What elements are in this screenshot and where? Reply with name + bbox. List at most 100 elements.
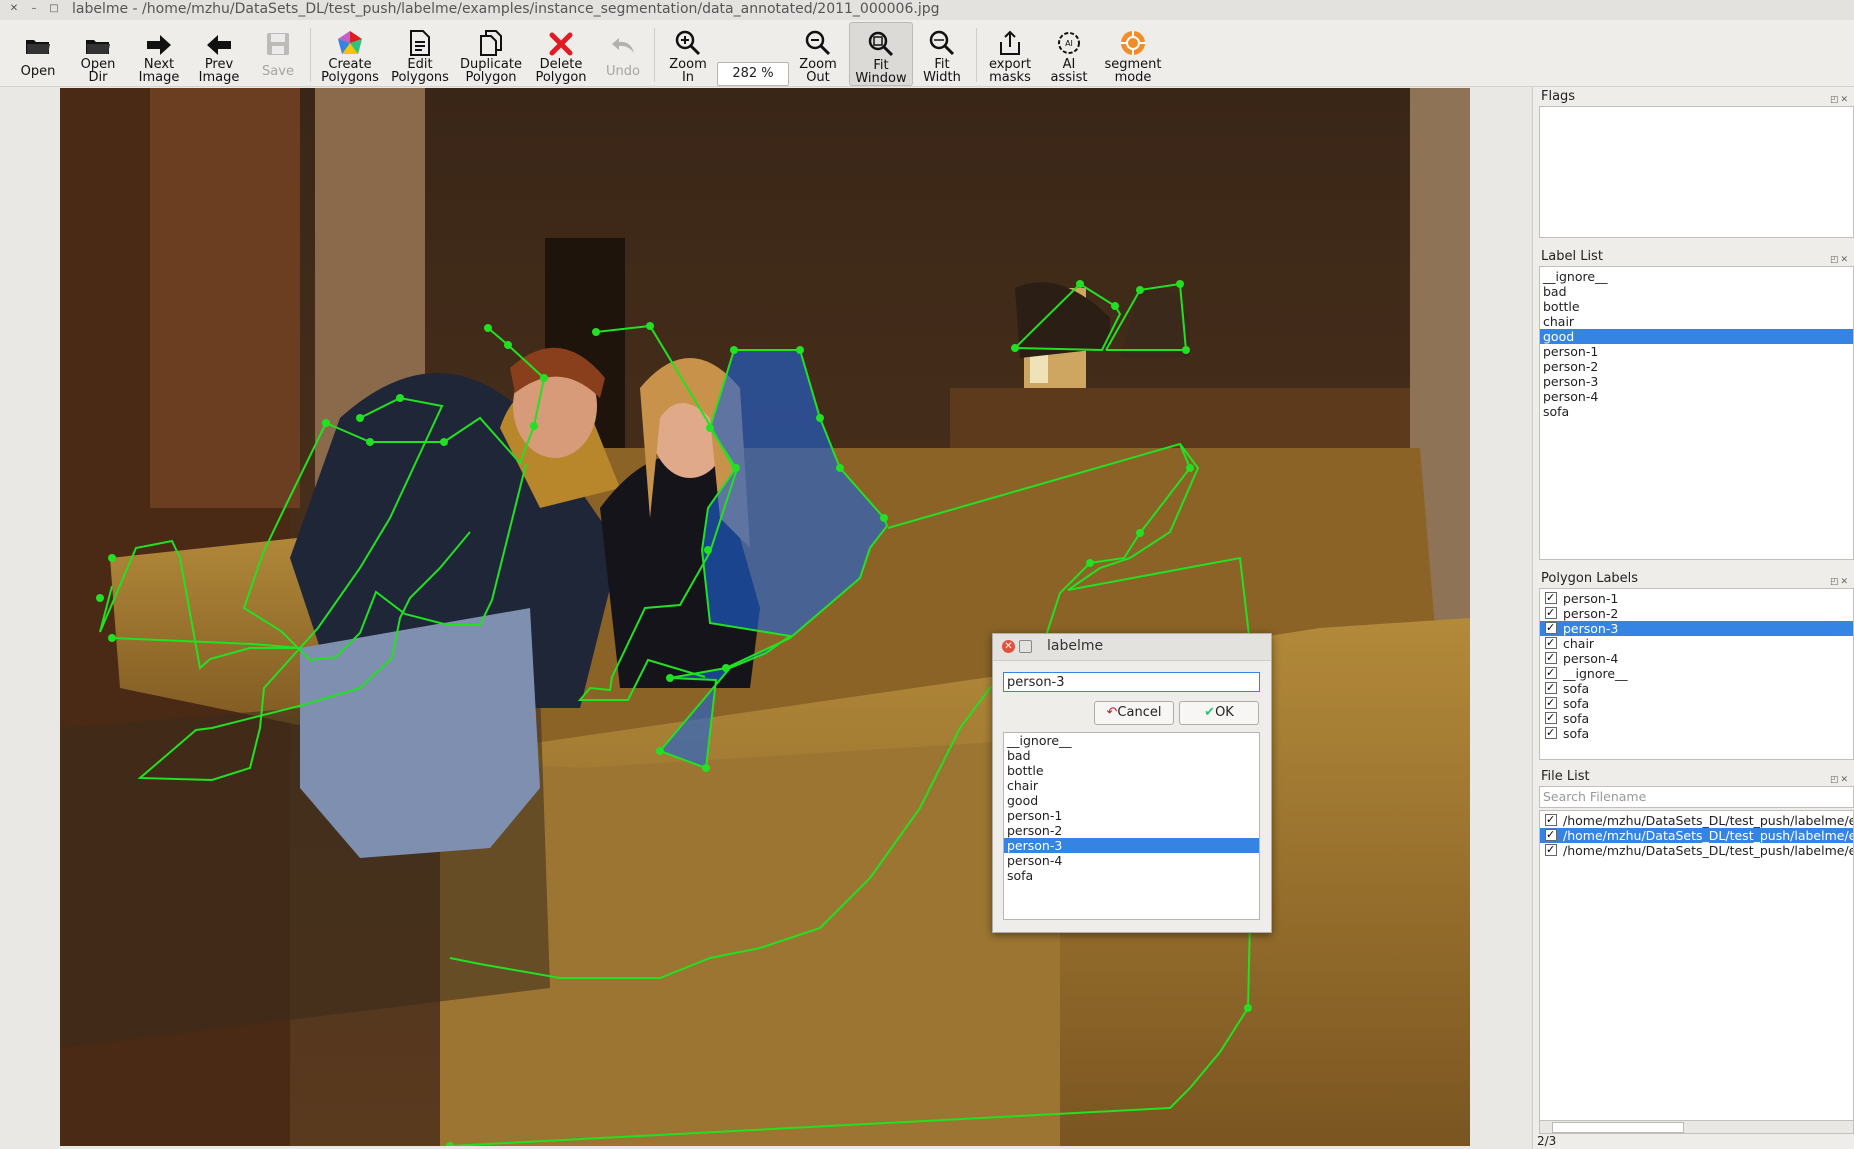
label-list-item[interactable]: sofa bbox=[1540, 404, 1853, 419]
polygon-label-item[interactable]: chair bbox=[1540, 636, 1853, 651]
flags-title: Flags bbox=[1541, 89, 1576, 104]
dialog-close-icon[interactable]: ✕ bbox=[1002, 640, 1015, 653]
save-button[interactable]: Save bbox=[256, 22, 300, 84]
export-masks-button[interactable]: export masks bbox=[982, 22, 1038, 84]
polygon-label-item[interactable]: sofa bbox=[1540, 711, 1853, 726]
file-list-header: File List ◰✕ bbox=[1537, 768, 1854, 786]
zoom-level-spinbox[interactable]: 282 % bbox=[717, 62, 789, 86]
checkbox-checked[interactable] bbox=[1545, 591, 1557, 605]
checkbox-checked[interactable] bbox=[1545, 681, 1557, 695]
checkbox-checked[interactable] bbox=[1545, 696, 1557, 710]
label-input[interactable]: person-3 bbox=[1003, 672, 1260, 692]
polygon-label-item[interactable]: __ignore__ bbox=[1540, 666, 1853, 681]
dock-float-close-icons[interactable]: ◰✕ bbox=[1830, 91, 1850, 109]
file-list-item[interactable]: /home/mzhu/DataSets_DL/test_push/labelme… bbox=[1540, 843, 1853, 858]
fit-width-button[interactable]: Fit Width bbox=[918, 22, 966, 84]
checkbox-checked[interactable] bbox=[1545, 726, 1557, 740]
segment-mode-button[interactable]: segment mode bbox=[1100, 22, 1166, 84]
duplicate-polygon-button[interactable]: Duplicate Polygon bbox=[456, 22, 526, 84]
checkbox-checked[interactable] bbox=[1545, 828, 1557, 842]
label-list-item[interactable]: person-1 bbox=[1540, 344, 1853, 359]
dialog-label-option[interactable]: bad bbox=[1004, 748, 1259, 763]
next-image-label: Next Image bbox=[138, 57, 180, 85]
edit-polygons-button[interactable]: Edit Polygons bbox=[390, 22, 450, 84]
file-list-item-selected[interactable]: /home/mzhu/DataSets_DL/test_push/labelme… bbox=[1540, 828, 1853, 843]
dialog-label-option[interactable]: __ignore__ bbox=[1004, 733, 1259, 748]
search-filename-input[interactable]: Search Filename bbox=[1539, 786, 1854, 808]
next-image-button[interactable]: Next Image bbox=[136, 22, 182, 84]
horizontal-scrollbar[interactable] bbox=[1540, 1120, 1853, 1133]
maximize-icon[interactable]: □ bbox=[48, 3, 60, 15]
toolbar-separator bbox=[976, 28, 977, 82]
polygon-label-item[interactable]: sofa bbox=[1540, 696, 1853, 711]
open-button[interactable]: Open bbox=[16, 22, 60, 84]
checkbox-checked[interactable] bbox=[1545, 666, 1557, 680]
close-icon[interactable]: ✕ bbox=[8, 3, 20, 15]
label-list-item[interactable]: chair bbox=[1540, 314, 1853, 329]
polygon-label-item[interactable]: sofa bbox=[1540, 681, 1853, 696]
label-list-item[interactable]: __ignore__ bbox=[1540, 269, 1853, 284]
polygon-label-item[interactable]: person-4 bbox=[1540, 651, 1853, 666]
polygon-label-item[interactable]: sofa bbox=[1540, 726, 1853, 741]
fit-window-label: Fit Window bbox=[855, 58, 907, 86]
label-list-item[interactable]: person-4 bbox=[1540, 389, 1853, 404]
label-list[interactable]: __ignore__ bad bottle chair good person-… bbox=[1539, 266, 1854, 560]
arrow-left-icon bbox=[207, 35, 231, 55]
polygon-label-item-selected[interactable]: person-3 bbox=[1540, 621, 1853, 636]
zoom-out-button[interactable]: Zoom Out bbox=[794, 22, 842, 84]
file-list[interactable]: /home/mzhu/DataSets_DL/test_push/labelme… bbox=[1539, 810, 1854, 1134]
minimize-icon[interactable]: – bbox=[28, 3, 40, 15]
edit-polygons-label: Edit Polygons bbox=[391, 57, 449, 85]
dialog-label-option-selected[interactable]: person-3 bbox=[1004, 838, 1259, 853]
polygon-label-item[interactable]: person-2 bbox=[1540, 606, 1853, 621]
dialog-label-option[interactable]: bottle bbox=[1004, 763, 1259, 778]
folder-icon bbox=[86, 40, 110, 54]
dialog-label-option[interactable]: chair bbox=[1004, 778, 1259, 793]
annotated-photo[interactable] bbox=[60, 88, 1470, 1146]
dialog-label-option[interactable]: good bbox=[1004, 793, 1259, 808]
cancel-button[interactable]: ↶Cancel bbox=[1094, 701, 1174, 725]
checkbox-checked[interactable] bbox=[1545, 843, 1557, 857]
dialog-label-option[interactable]: person-4 bbox=[1004, 853, 1259, 868]
delete-polygon-button[interactable]: Delete Polygon bbox=[530, 22, 592, 84]
label-list-item[interactable]: bottle bbox=[1540, 299, 1853, 314]
dialog-label-option[interactable]: sofa bbox=[1004, 868, 1259, 883]
share-export-icon bbox=[1000, 30, 1020, 55]
undo-button[interactable]: Undo bbox=[602, 22, 644, 84]
label-list-item[interactable]: bad bbox=[1540, 284, 1853, 299]
label-list-item[interactable]: person-2 bbox=[1540, 359, 1853, 374]
prev-image-button[interactable]: Prev Image bbox=[196, 22, 242, 84]
zoom-in-button[interactable]: Zoom In bbox=[664, 22, 712, 84]
label-list-item-selected[interactable]: good bbox=[1540, 329, 1853, 344]
polygon-label-item[interactable]: person-1 bbox=[1540, 591, 1853, 606]
checkbox-checked[interactable] bbox=[1545, 813, 1557, 827]
dialog-label-option[interactable]: person-2 bbox=[1004, 823, 1259, 838]
open-dir-button[interactable]: Open Dir bbox=[76, 22, 120, 84]
image-canvas[interactable] bbox=[0, 87, 1533, 1149]
dock-float-close-icons[interactable]: ◰✕ bbox=[1830, 771, 1850, 789]
ok-button[interactable]: ✔OK bbox=[1179, 701, 1259, 725]
checkbox-checked[interactable] bbox=[1545, 636, 1557, 650]
dock-float-close-icons[interactable]: ◰✕ bbox=[1830, 251, 1850, 269]
file-list-item[interactable]: /home/mzhu/DataSets_DL/test_push/labelme… bbox=[1540, 813, 1853, 828]
label-list-dock: Label List ◰✕ __ignore__ bad bottle chair… bbox=[1537, 248, 1854, 560]
checkbox-checked[interactable] bbox=[1545, 621, 1557, 635]
svg-text:AI: AI bbox=[1065, 39, 1073, 48]
fit-window-button[interactable]: Fit Window bbox=[849, 22, 913, 86]
copy-document-icon bbox=[480, 30, 502, 56]
dock-float-close-icons[interactable]: ◰✕ bbox=[1830, 573, 1850, 591]
dialog-label-list[interactable]: __ignore__ bad bottle chair good person-… bbox=[1003, 732, 1260, 920]
create-polygons-button[interactable]: Create Polygons bbox=[320, 22, 380, 84]
ai-assist-button[interactable]: AI AI assist bbox=[1048, 22, 1090, 84]
search-placeholder: Search Filename bbox=[1543, 789, 1647, 804]
label-list-item[interactable]: person-3 bbox=[1540, 374, 1853, 389]
polygon-labels-list[interactable]: person-1 person-2 person-3 chair person-… bbox=[1539, 588, 1854, 760]
export-masks-label: export masks bbox=[988, 57, 1032, 85]
checkbox-checked[interactable] bbox=[1545, 711, 1557, 725]
checkbox-checked[interactable] bbox=[1545, 651, 1557, 665]
flags-list[interactable] bbox=[1539, 106, 1854, 238]
checkbox-checked[interactable] bbox=[1545, 606, 1557, 620]
scrollbar-thumb[interactable] bbox=[1552, 1122, 1684, 1133]
dialog-maximize-icon[interactable] bbox=[1019, 640, 1032, 653]
dialog-label-option[interactable]: person-1 bbox=[1004, 808, 1259, 823]
